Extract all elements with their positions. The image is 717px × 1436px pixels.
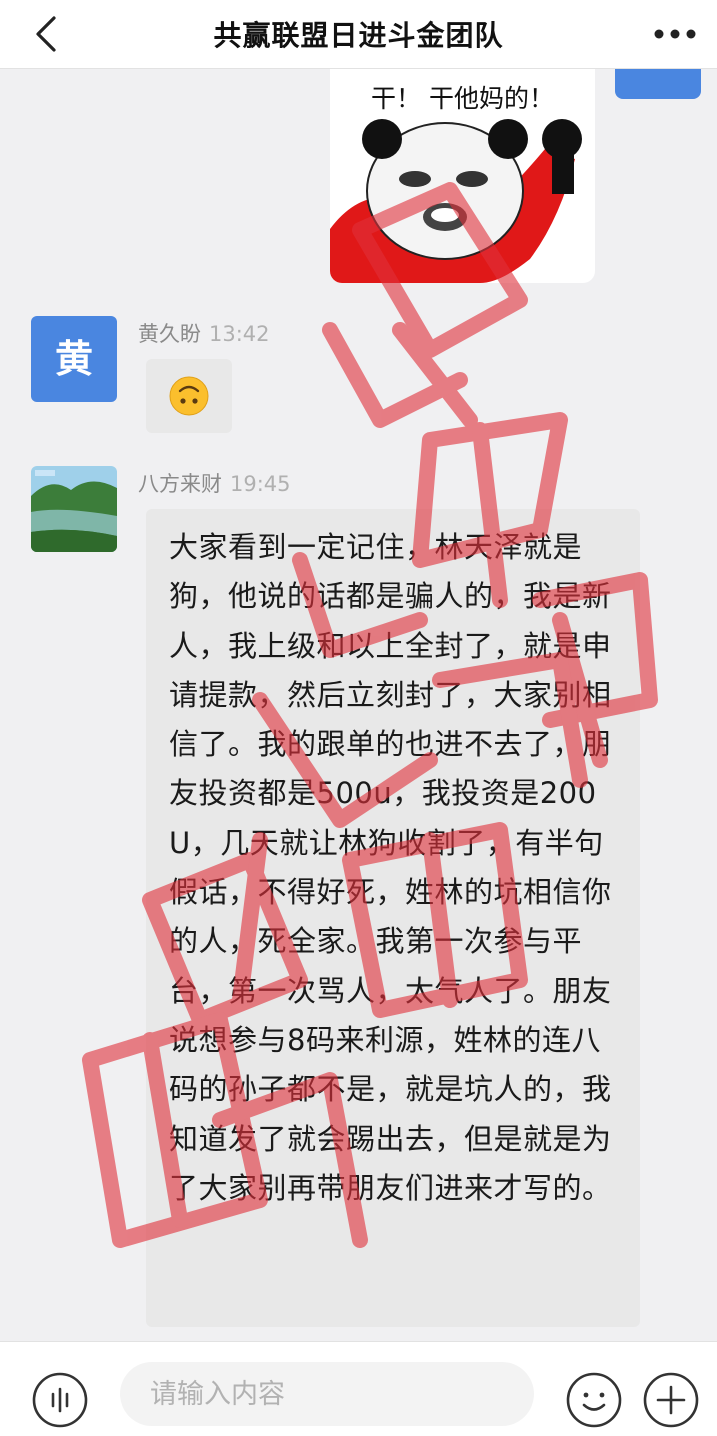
sticker-message[interactable]: 干！ 干他妈的！: [330, 69, 595, 283]
more-button[interactable]: [653, 16, 697, 52]
emoji-button[interactable]: [566, 1372, 622, 1428]
message-time: 19:45: [230, 472, 291, 496]
message-time: 13:42: [209, 322, 270, 346]
message-list[interactable]: 干！ 干他妈的！ 黄 黄久盼 13:42 八方来财 19:45 大家看到一定记住…: [0, 69, 717, 1341]
voice-button[interactable]: [32, 1372, 88, 1428]
emoji-icon: [566, 1372, 622, 1428]
chevron-left-icon: [36, 16, 56, 52]
sender-name: 黄久盼: [138, 322, 201, 346]
plus-icon: [643, 1372, 699, 1428]
emoji-message[interactable]: [146, 359, 232, 433]
avatar-huang[interactable]: 黄: [31, 316, 117, 402]
avatar-bafang[interactable]: [31, 466, 117, 552]
chat-header: 共赢联盟日进斗金团队: [0, 0, 717, 69]
message-text: 大家看到一定记住，林天泽就是狗，他说的话都是骗人的，我是新人，我上级和以上全封了…: [169, 530, 612, 1205]
sender-info: 黄久盼 13:42: [138, 318, 270, 348]
input-bar: [0, 1341, 717, 1436]
panda-meme-image: [330, 119, 582, 283]
more-actions-button[interactable]: [643, 1372, 699, 1428]
self-avatar[interactable]: [615, 69, 701, 99]
more-horizontal-icon: [654, 29, 696, 39]
voice-icon: [32, 1372, 88, 1428]
chat-title: 共赢联盟日进斗金团队: [213, 19, 504, 52]
sender-info: 八方来财 19:45: [138, 468, 291, 498]
upside-down-face-icon: [169, 376, 209, 416]
message-input[interactable]: [120, 1362, 534, 1426]
landscape-photo-avatar: [31, 466, 117, 552]
sender-name: 八方来财: [138, 472, 222, 496]
back-button[interactable]: [26, 12, 70, 56]
text-message[interactable]: 大家看到一定记住，林天泽就是狗，他说的话都是骗人的，我是新人，我上级和以上全封了…: [146, 509, 640, 1327]
